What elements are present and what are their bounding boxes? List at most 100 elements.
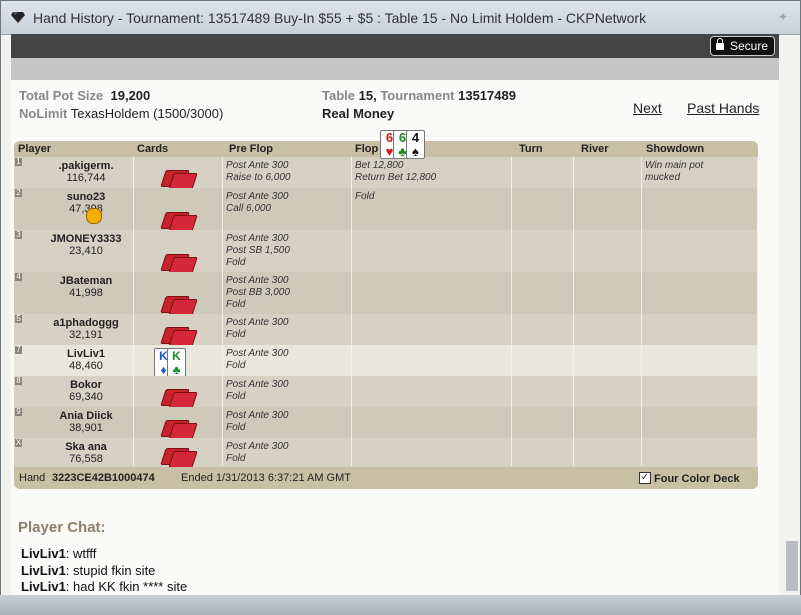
player-chips: 116,744 — [66, 172, 106, 184]
action-text: Post Ante 300 — [226, 317, 289, 328]
chat-text: had KK fkin **** site — [73, 579, 188, 594]
action-text: mucked — [645, 172, 681, 183]
table-cell — [574, 438, 642, 466]
action-text: Fold — [226, 453, 246, 464]
badge-icon — [86, 208, 102, 224]
four-color-checkbox[interactable]: ✓ — [639, 472, 651, 484]
player-name-text: LivLiv1 — [67, 348, 105, 360]
player-name[interactable]: LivLiv1 48,460 — [28, 348, 144, 372]
pin-icon[interactable]: ✦ — [778, 10, 788, 24]
table-row: 5 a1phadoggg 32,191 Post Ante 300 Fold — [14, 314, 758, 347]
chat-scrollbar[interactable] — [786, 541, 798, 591]
showdown-actions: Win main pot mucked — [645, 160, 703, 184]
player-name[interactable]: Ania Diick 38,901 — [28, 410, 144, 434]
table-cell — [574, 314, 642, 345]
seat-number: 5 — [15, 314, 22, 323]
player-name-text: suno23 — [66, 191, 106, 203]
card-suit: ♦ — [160, 363, 167, 377]
table-label: Table — [322, 88, 355, 103]
card-suit: ♣ — [172, 363, 181, 377]
table-cell — [642, 272, 758, 314]
player-name[interactable]: a1phadoggg 32,191 — [28, 317, 144, 341]
player-name[interactable]: Bokor 69,340 — [28, 379, 144, 403]
preflop-actions: Post Ante 300 Call 6,000 — [226, 191, 288, 215]
table-cell — [512, 188, 574, 230]
seat-number: X — [15, 438, 22, 447]
preflop-actions: Post Ante 300 Fold — [226, 441, 288, 465]
action-text: Post Ante 300 — [226, 275, 289, 286]
action-text: Fold — [226, 360, 246, 371]
action-text: Post Ante 300 — [226, 348, 289, 359]
player-chips: 76,558 — [69, 453, 103, 465]
seat-number: 2 — [15, 188, 22, 197]
table-cell — [352, 345, 512, 376]
facedown-cards-icon — [160, 448, 198, 468]
tournament-value: 13517489 — [458, 88, 516, 103]
seat-number: 7 — [15, 345, 22, 354]
flop-actions: Fold — [355, 191, 374, 203]
action-text: Post BB 3,000 — [226, 287, 290, 298]
table-cell — [352, 314, 512, 345]
hand-label: Hand — [19, 472, 46, 484]
action-text: Post SB 1,500 — [226, 245, 290, 256]
table-cell — [512, 230, 574, 272]
seat-number: 9 — [15, 407, 22, 416]
toolbar-strip — [11, 58, 779, 80]
title-bar[interactable]: Hand History - Tournament: 13517489 Buy-… — [1, 1, 800, 35]
table-cell — [352, 188, 512, 230]
action-text: Post Ante 300 — [226, 441, 289, 452]
action-text: Post Ante 300 — [226, 233, 289, 244]
facedown-cards-icon — [160, 389, 198, 409]
action-text: Post Ante 300 — [226, 191, 289, 202]
diamond-app-icon — [11, 12, 25, 23]
table-info: Table 15, Tournament 13517489 — [322, 88, 516, 103]
player-chips: 41,998 — [69, 287, 103, 299]
table-row: 9 Ania Diick 38,901 Post Ante 300 Fold — [14, 407, 758, 440]
col-river: River — [581, 143, 609, 155]
action-text: Fold — [226, 422, 246, 433]
player-chips: 69,340 — [69, 391, 103, 403]
table-row: 7 LivLiv1 48,460 K ♦ K ♣ Post Ante 300 Fold — [14, 345, 758, 377]
table-cell — [512, 314, 574, 345]
pot-size: Total Pot Size 19,200 — [19, 88, 150, 103]
player-name[interactable]: .pakigerm. 116,744 — [28, 160, 144, 184]
table-row: X Ska ana 76,558 Post Ante 300 Fold — [14, 438, 758, 468]
past-hands-link[interactable]: Past Hands — [687, 100, 759, 116]
table-cell — [574, 345, 642, 376]
action-text: Fold — [226, 391, 246, 402]
secure-badge[interactable]: Secure — [709, 36, 775, 56]
hand-footer: Hand 3223CE42B1000474 Ended 1/31/2013 6:… — [14, 467, 758, 489]
table-cell — [512, 345, 574, 376]
pot-value: 19,200 — [110, 88, 151, 103]
player-name[interactable]: JMONEY3333 23,410 — [28, 233, 144, 257]
action-text: Post Ante 300 — [226, 379, 289, 390]
seat-number: 3 — [15, 230, 22, 239]
col-showdown: Showdown — [646, 143, 705, 155]
seat-number: 4 — [15, 272, 22, 281]
table-cell — [574, 272, 642, 314]
player-name-text: Ania Diick — [59, 410, 113, 422]
player-chips: 48,460 — [69, 360, 103, 372]
table-cell — [512, 438, 574, 466]
player-name[interactable]: JBateman 41,998 — [28, 275, 144, 299]
table-cell — [512, 157, 574, 188]
facedown-cards-icon — [160, 254, 198, 274]
facedown-cards-icon — [160, 212, 198, 232]
chat-line: LivLiv1: had KK fkin **** site — [21, 579, 188, 594]
table-value: 15, — [358, 88, 377, 103]
game-type: NoLimit TexasHoldem (1500/3000) — [19, 106, 223, 121]
player-name[interactable]: Ska ana 76,558 — [28, 441, 144, 465]
table-cell — [574, 188, 642, 230]
flop-card: 4 ♠ — [406, 130, 425, 159]
preflop-actions: Post Ante 300 Fold — [226, 379, 288, 403]
action-text: Call 6,000 — [226, 203, 272, 214]
chat-user: LivLiv1 — [21, 546, 66, 561]
game-type-prefix: NoLimit — [19, 106, 68, 121]
hand-history-window: Hand History - Tournament: 13517489 Buy-… — [0, 0, 801, 615]
next-link[interactable]: Next — [633, 100, 662, 116]
preflop-actions: Post Ante 300 Raise to 6,000 — [226, 160, 291, 184]
player-name-text: Ska ana — [65, 441, 107, 453]
player-chips: 23,410 — [69, 245, 103, 257]
preflop-actions: Post Ante 300 Post SB 1,500 Fold — [226, 233, 290, 269]
table-cell — [642, 188, 758, 230]
